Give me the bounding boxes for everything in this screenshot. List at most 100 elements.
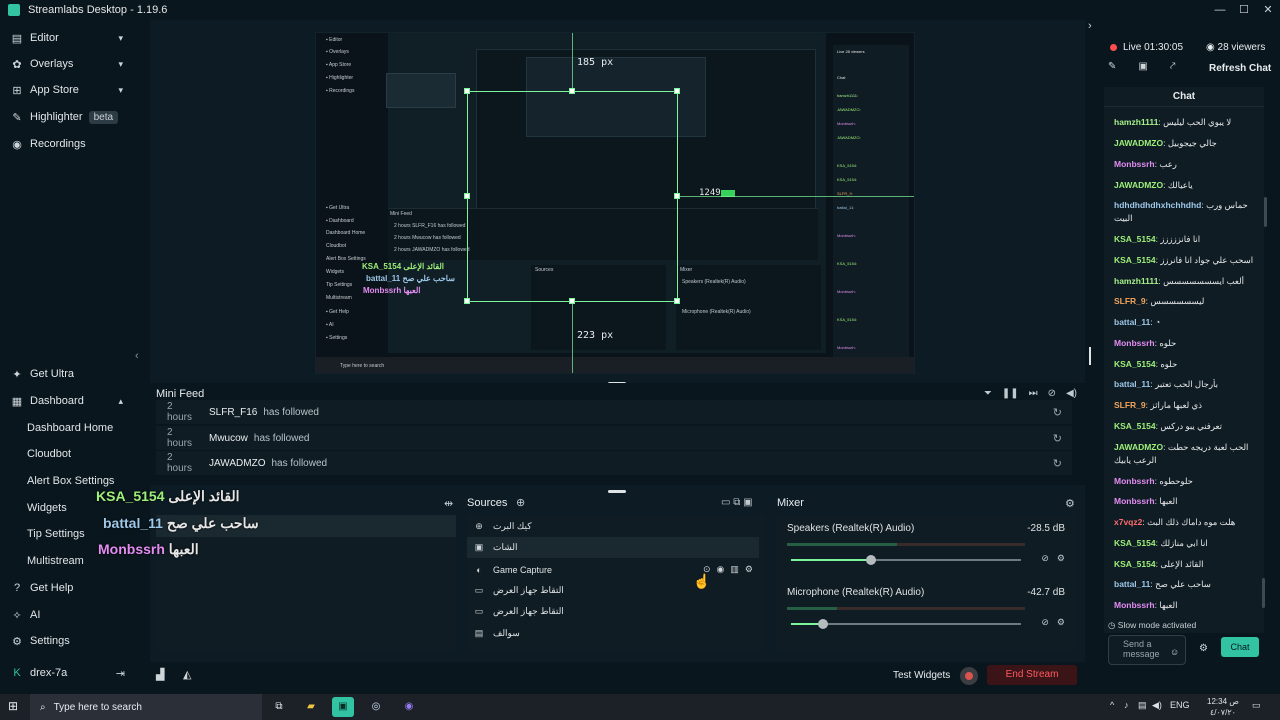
- sidebar-item-app-store[interactable]: ⊞ App Store ▾: [0, 77, 135, 103]
- stream-preview[interactable]: ▪ Editor ▪ Overlays ▪ App Store ▪ Highli…: [315, 32, 915, 374]
- chat-username[interactable]: battal_11: [1114, 379, 1150, 389]
- visibility-icon[interactable]: ◉: [717, 564, 725, 575]
- chat-username[interactable]: KSA_5154: [1114, 255, 1156, 265]
- chat-username[interactable]: hamzh1111: [1114, 117, 1158, 127]
- sidebar-item-editor[interactable]: ▤ Editor ▾: [0, 25, 135, 51]
- scene-collections-icon[interactable]: ⇹: [444, 497, 453, 510]
- chat-username[interactable]: KSA_5154: [1114, 559, 1156, 569]
- sidebar-item-get-help[interactable]: ? Get Help: [0, 575, 135, 601]
- replay-icon[interactable]: ↻: [1053, 406, 1062, 419]
- chat-scrollbar[interactable]: [1264, 197, 1267, 227]
- panel-resize-handle[interactable]: [608, 490, 626, 493]
- resize-handle[interactable]: [569, 298, 575, 304]
- logout-icon[interactable]: ⇥: [116, 667, 125, 680]
- chrome-icon[interactable]: ◉: [398, 697, 420, 717]
- chat-username[interactable]: SLFR_9: [1114, 400, 1146, 410]
- chat-username[interactable]: KSA_5154: [1114, 421, 1156, 431]
- panel-splitter[interactable]: [1089, 347, 1091, 365]
- sidebar-item-recordings[interactable]: ◉ Recordings: [0, 131, 135, 157]
- streamlabs-app-icon[interactable]: ▣: [332, 697, 354, 717]
- chat-username[interactable]: Monbssrh: [1114, 600, 1155, 610]
- sidebar-item-account[interactable]: K drex-7a ⇥: [0, 660, 135, 686]
- test-widgets-button[interactable]: Test Widgets: [893, 670, 950, 681]
- mute-icon[interactable]: ⊘: [1041, 553, 1049, 564]
- gear-icon[interactable]: ⚙: [1065, 497, 1075, 510]
- language-indicator[interactable]: ENG: [1170, 700, 1190, 710]
- close-icon[interactable]: ✕: [1256, 0, 1280, 20]
- resize-handle[interactable]: [464, 88, 470, 94]
- chat-username[interactable]: battal_11: [1114, 317, 1150, 327]
- source-item[interactable]: ▤ سوالف: [467, 623, 759, 644]
- network-icon[interactable]: ▤: [1138, 700, 1147, 711]
- notification-center-icon[interactable]: ▭: [1252, 700, 1261, 711]
- volume-slider[interactable]: [791, 619, 1021, 629]
- speaker-icon[interactable]: ◀): [1152, 700, 1162, 711]
- chat-username[interactable]: JAWADMZO: [1114, 442, 1163, 452]
- resize-handle[interactable]: [674, 88, 680, 94]
- taskbar-search[interactable]: ⌕ Type here to search: [30, 694, 262, 720]
- gear-icon[interactable]: ⚙: [745, 564, 753, 575]
- gear-icon[interactable]: ⚙: [1057, 617, 1065, 628]
- chat-username[interactable]: Monbssrh: [1114, 496, 1155, 506]
- chat-username[interactable]: JAWADMZO: [1114, 138, 1163, 148]
- sidebar-item-settings[interactable]: ⚙ Settings: [0, 628, 135, 654]
- chat-username[interactable]: hdhdhdhdhxhchhdhd: [1114, 200, 1201, 210]
- send-chat-button[interactable]: Chat: [1221, 637, 1259, 657]
- right-panel-scrollbar[interactable]: [1262, 578, 1265, 608]
- performance-icon[interactable]: ▟: [156, 668, 164, 681]
- chat-username[interactable]: Monbssrh: [1114, 476, 1155, 486]
- chat-username[interactable]: JAWADMZO: [1114, 180, 1163, 190]
- volume-slider-knob[interactable]: [866, 555, 876, 565]
- source-item[interactable]: ▭ التقاط جهاز العرض: [467, 601, 759, 622]
- pause-icon[interactable]: ❚❚: [1002, 388, 1019, 399]
- task-view-icon[interactable]: ⧉: [268, 697, 290, 717]
- volume-slider[interactable]: [791, 555, 1021, 565]
- source-item[interactable]: ◐ Game Capture ⊙ ◉ ▥ ⚙: [467, 559, 759, 580]
- gear-icon[interactable]: ⚙: [1057, 553, 1065, 564]
- popout-icon[interactable]: ⤤: [1170, 61, 1176, 72]
- sidebar-item-cloudbot[interactable]: Cloudbot: [0, 441, 135, 467]
- chat-username[interactable]: KSA_5154: [1114, 538, 1156, 548]
- taskbar-clock[interactable]: 12:34 ص ٤/٠٧/٢٠: [1207, 696, 1239, 718]
- mute-alerts-icon[interactable]: ⊘: [1048, 388, 1056, 399]
- skip-icon[interactable]: ⏭: [1029, 388, 1038, 399]
- maximize-icon[interactable]: ☐: [1232, 0, 1256, 20]
- chat-username[interactable]: Monbssrh: [1114, 159, 1155, 169]
- tray-chevron-icon[interactable]: ^: [1110, 700, 1114, 710]
- record-button[interactable]: [960, 667, 978, 685]
- sidebar-item-highlighter[interactable]: ✎ Highlighter beta: [0, 104, 135, 130]
- source-item[interactable]: ▭ التقاط جهاز العرض: [467, 580, 759, 601]
- resize-handle[interactable]: [464, 298, 470, 304]
- add-source-icon[interactable]: ⊕: [516, 496, 525, 509]
- sidebar-item-overlays[interactable]: ✿ Overlays ▾: [0, 51, 135, 77]
- collapse-sidebar-icon[interactable]: ‹: [135, 350, 139, 362]
- source-item[interactable]: ▣ الشات: [467, 537, 759, 558]
- chat-username[interactable]: KSA_5154: [1114, 234, 1156, 244]
- chat-username[interactable]: x7vqz2: [1114, 517, 1142, 527]
- chevron-right-icon[interactable]: ›: [1088, 20, 1092, 32]
- resize-handle[interactable]: [674, 298, 680, 304]
- resize-handle[interactable]: [674, 193, 680, 199]
- microphone-icon[interactable]: ♪: [1124, 700, 1129, 710]
- volume-icon[interactable]: ◀): [1066, 388, 1077, 399]
- resize-handle[interactable]: [464, 193, 470, 199]
- trash-icon[interactable]: ▥: [730, 564, 739, 575]
- minimize-icon[interactable]: —: [1208, 0, 1232, 20]
- replay-icon[interactable]: ↻: [1053, 457, 1062, 470]
- chat-username[interactable]: battal_11: [1114, 579, 1150, 589]
- emoji-icon[interactable]: ☺: [1170, 647, 1179, 657]
- gear-icon[interactable]: ⚙: [1199, 643, 1208, 654]
- resize-handle[interactable]: [569, 88, 575, 94]
- windows-start-icon[interactable]: ⊞: [8, 699, 18, 713]
- steam-icon[interactable]: ◎: [365, 697, 387, 717]
- source-item[interactable]: ⊕ كيك البرت: [467, 516, 759, 537]
- notifications-icon[interactable]: ◭: [183, 668, 191, 681]
- chat-username[interactable]: KSA_5154: [1114, 359, 1156, 369]
- sidebar-item-dashboard-home[interactable]: Dashboard Home: [0, 415, 135, 441]
- edit-icon[interactable]: ✎: [1108, 61, 1116, 72]
- sidebar-item-get-ultra[interactable]: ✦ Get Ultra: [0, 361, 135, 387]
- end-stream-button[interactable]: End Stream: [987, 665, 1077, 685]
- clipboard-icon[interactable]: ▣: [1138, 61, 1147, 72]
- sidebar-item-dashboard[interactable]: ▦ Dashboard ▴: [0, 388, 135, 414]
- chat-username[interactable]: hamzh1111: [1114, 276, 1158, 286]
